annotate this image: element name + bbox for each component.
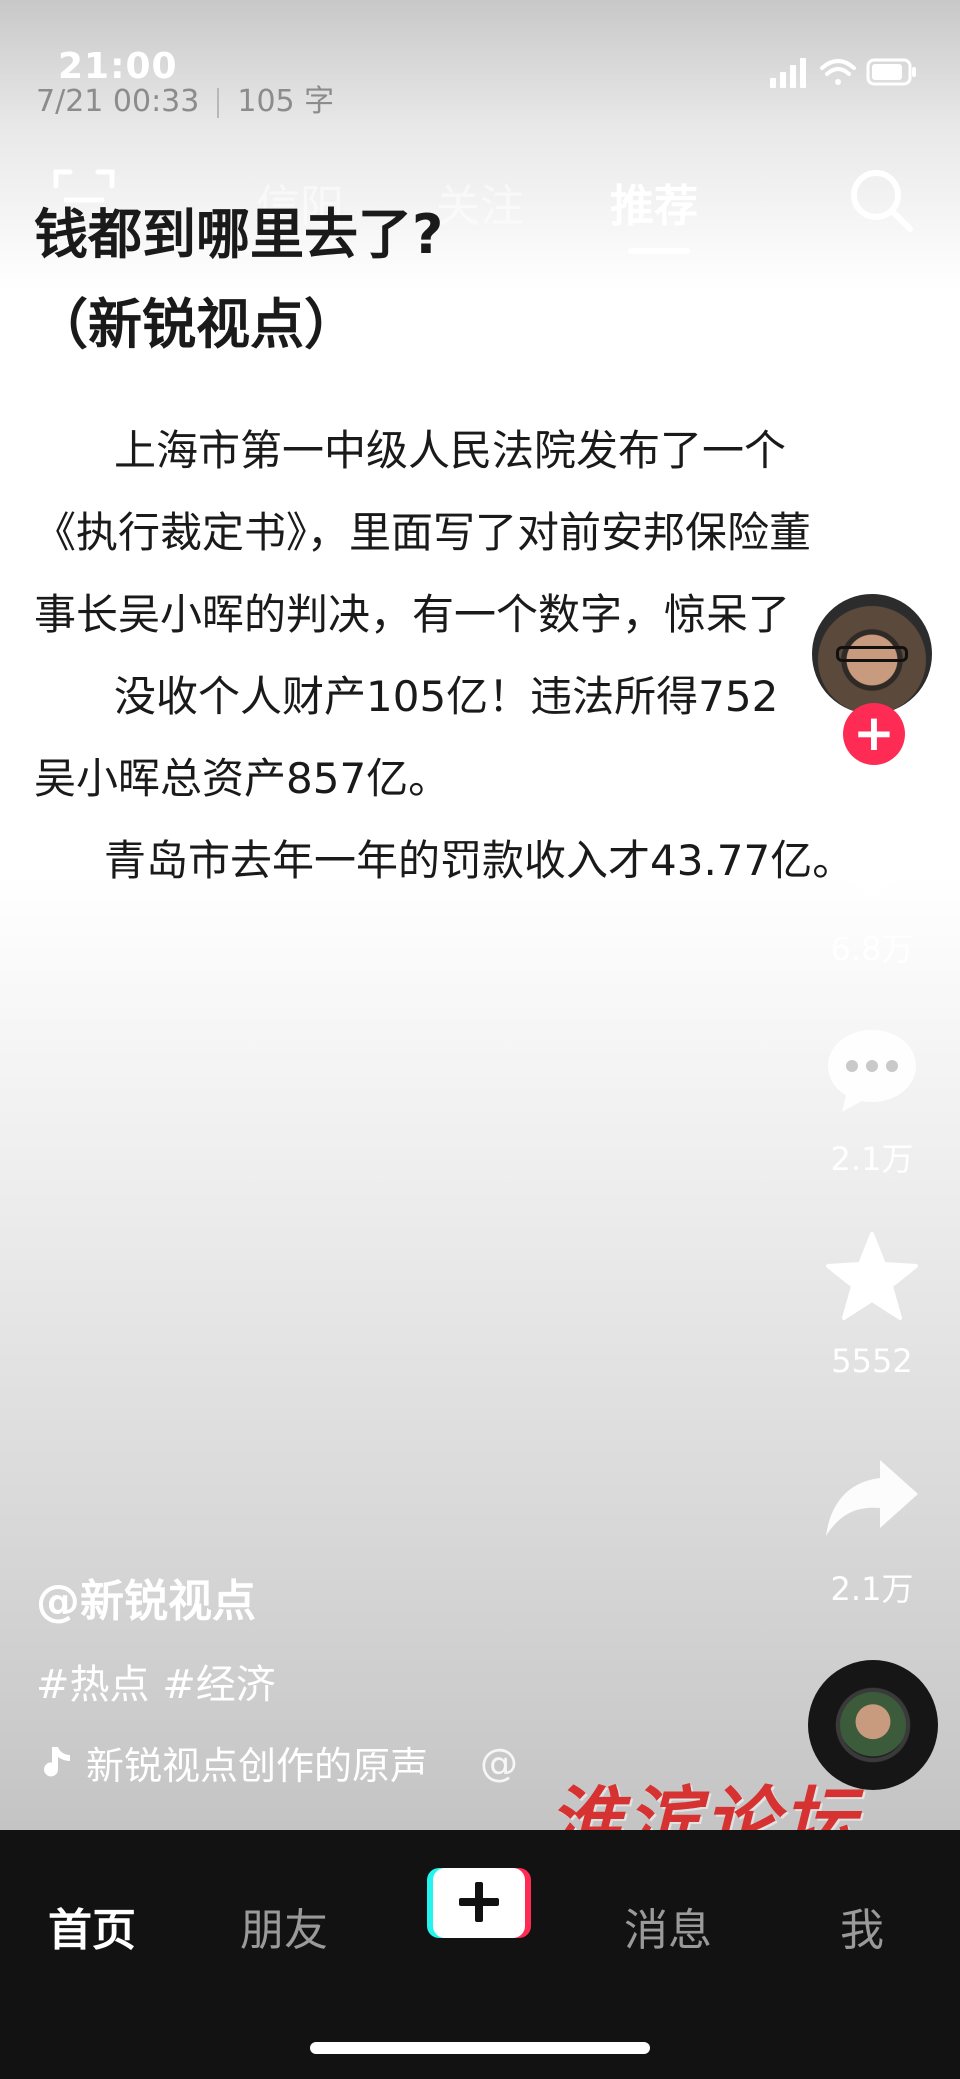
tab-messages[interactable]: 消息: [624, 1894, 712, 1958]
music-row[interactable]: 新锐视点创作的原声 @: [36, 1735, 518, 1790]
wifi-icon: [820, 59, 856, 85]
divider: [217, 87, 220, 118]
article-title-line1: 钱都到哪里去了?: [34, 203, 444, 266]
article-line: 没收个人财产105亿！违法所得752: [114, 672, 779, 721]
music-suffix: @: [480, 1740, 519, 1785]
avatar-glasses: [836, 646, 908, 662]
article-body: 上海市第一中级人民法院发布了一个 《执行裁定书》，里面写了对前安邦保险董 事长吴…: [34, 410, 914, 902]
note-datetime: 7/21 00:33: [36, 84, 200, 119]
follow-button[interactable]: +: [843, 703, 905, 765]
note-char-count: 105 字: [237, 84, 335, 119]
article-line: 《执行裁定书》，里面写了对前安邦保险董: [34, 508, 812, 557]
author-avatar[interactable]: [808, 590, 936, 718]
create-button[interactable]: [427, 1868, 531, 1938]
plus-icon: [459, 1882, 499, 1922]
tab-me[interactable]: 我: [840, 1894, 884, 1958]
article-line: 吴小晖总资产857亿。: [34, 754, 451, 803]
article-title: 钱都到哪里去了? （新锐视点）: [34, 190, 654, 370]
share-icon[interactable]: [822, 1450, 922, 1550]
favorite-count: 5552: [831, 1342, 913, 1380]
article-line: 青岛市去年一年的罚款收入才43.77亿。: [104, 836, 855, 885]
comment-count: 2.1万: [830, 1140, 914, 1178]
article-title-line2: （新锐视点）: [34, 293, 358, 356]
comment-icon[interactable]: [822, 1020, 922, 1120]
heart-icon[interactable]: [822, 810, 922, 910]
music-title: 新锐视点创作的原声: [86, 1744, 429, 1788]
note-meta: 7/21 00:33 105 字: [36, 76, 334, 120]
article-line: 事长吴小晖的判决，有一个数字，惊呆了: [34, 590, 791, 639]
battery-icon: [866, 58, 916, 86]
tab-friends[interactable]: 朋友: [240, 1894, 328, 1958]
star-icon[interactable]: [822, 1228, 922, 1328]
tab-home[interactable]: 首页: [48, 1894, 136, 1958]
article-line: 上海市第一中级人民法院发布了一个: [114, 426, 787, 475]
music-disc-cover: [840, 1692, 906, 1758]
cellular-signal-icon: [770, 58, 806, 88]
music-note-icon: [44, 1746, 70, 1776]
hashtags[interactable]: #热点 #经济: [36, 1652, 276, 1710]
like-count: 6.8万: [830, 930, 914, 968]
search-icon[interactable]: [846, 165, 916, 235]
author-name[interactable]: @新锐视点: [36, 1565, 256, 1629]
status-icons: [770, 58, 916, 88]
home-indicator: [310, 2042, 650, 2054]
share-count: 2.1万: [830, 1570, 914, 1608]
